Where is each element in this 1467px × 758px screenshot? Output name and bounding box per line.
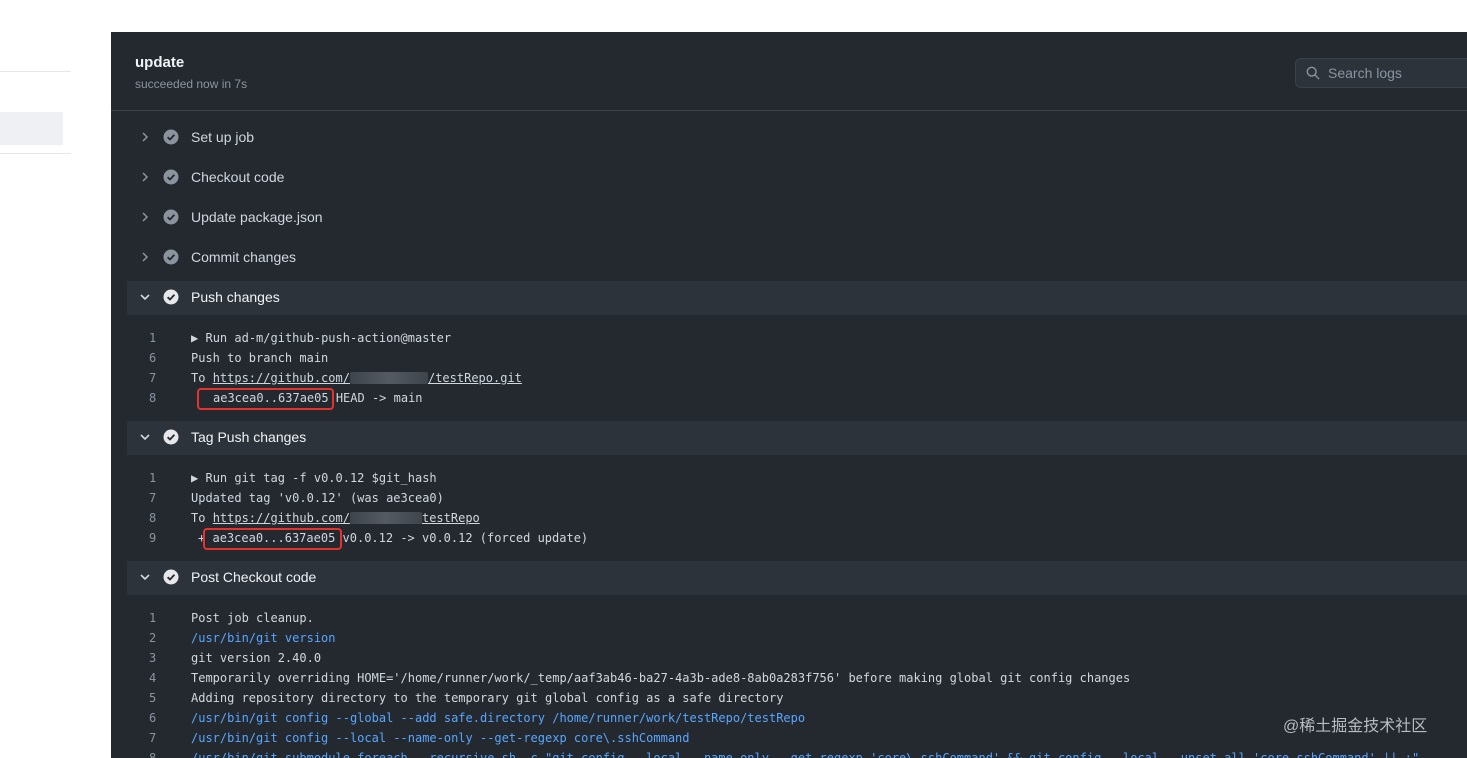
- step-push-changes[interactable]: Push changes: [127, 281, 1467, 315]
- line-number: 1: [149, 331, 157, 345]
- check-circle-icon: [163, 429, 179, 445]
- log-line: 6 Push to branch main: [127, 348, 1467, 368]
- step-label: Update package.json: [191, 209, 323, 225]
- expand-triangle-icon[interactable]: ▶: [191, 471, 198, 485]
- redacted-region: [349, 372, 428, 384]
- line-number: 2: [149, 631, 157, 645]
- search-icon: [1306, 66, 1320, 80]
- log-line: 1 ▶ Run ad-m/github-push-action@master: [127, 328, 1467, 348]
- log-command: /usr/bin/git config --local --name-only …: [191, 731, 690, 745]
- job-header: update succeeded now in 7s: [111, 32, 1467, 111]
- check-circle-icon: [163, 289, 179, 305]
- log-text: Run git tag -f v0.0.12 $git_hash: [205, 471, 437, 485]
- log-text: v0.0.12 -> v0.0.12 (forced update): [335, 531, 589, 545]
- highlight-box: [197, 388, 334, 410]
- chevron-down-icon: [140, 574, 150, 581]
- log-text: Post job cleanup.: [191, 611, 314, 625]
- step-commit-changes[interactable]: Commit changes: [127, 241, 1467, 275]
- check-circle-icon: [163, 569, 179, 585]
- log-line: 5 Adding repository directory to the tem…: [127, 688, 1467, 708]
- sidebar-divider: [0, 153, 71, 154]
- check-circle-icon: [163, 129, 179, 145]
- log-command: /usr/bin/git version: [191, 631, 336, 645]
- log-line: 1 Post job cleanup.: [127, 608, 1467, 628]
- line-number: 5: [149, 691, 157, 705]
- step-label: Checkout code: [191, 169, 285, 185]
- line-number: 1: [149, 471, 157, 485]
- left-sidebar-remnant: [0, 0, 111, 758]
- check-circle-icon: [163, 249, 179, 265]
- job-status: succeeded now in 7s: [135, 77, 248, 91]
- log-line: 2 /usr/bin/git version: [127, 628, 1467, 648]
- line-number: 3: [149, 651, 157, 665]
- log-text: Updated tag 'v0.0.12' (was ae3cea0): [191, 491, 444, 505]
- step-set-up-job[interactable]: Set up job: [127, 121, 1467, 155]
- log-line: 6 /usr/bin/git config --global --add saf…: [127, 708, 1467, 728]
- expand-triangle-icon[interactable]: ▶: [191, 331, 198, 345]
- chevron-right-icon: [142, 212, 149, 222]
- chevron-right-icon: [142, 172, 149, 182]
- log-line: 7 To https://github.com//testRepo.git: [127, 368, 1467, 388]
- line-number: 6: [149, 351, 157, 365]
- step-checkout-code[interactable]: Checkout code: [127, 161, 1467, 195]
- sidebar-divider: [0, 71, 71, 72]
- job-log-panel: update succeeded now in 7s Set up job Ch…: [111, 32, 1467, 758]
- log-line: 7 /usr/bin/git config --local --name-onl…: [127, 728, 1467, 748]
- log-text: Adding repository directory to the tempo…: [191, 691, 784, 705]
- step-tag-push-changes[interactable]: Tag Push changes: [127, 421, 1467, 455]
- line-number: 1: [149, 611, 157, 625]
- line-number: 8: [149, 391, 157, 405]
- line-number: 7: [149, 491, 157, 505]
- log-text: Run ad-m/github-push-action@master: [205, 331, 452, 345]
- line-number: 4: [149, 671, 157, 685]
- log-line: 1 ▶ Run git tag -f v0.0.12 $git_hash: [127, 468, 1467, 488]
- step-post-checkout-code[interactable]: Post Checkout code: [127, 561, 1467, 595]
- chevron-down-icon: [140, 434, 150, 441]
- log-line: 3 git version 2.40.0: [127, 648, 1467, 668]
- highlight-box: [203, 528, 342, 550]
- log-line: 8 To https://github.com/testRepo: [127, 508, 1467, 528]
- repo-link[interactable]: https://github.com//testRepo.git: [213, 371, 522, 385]
- step-update-package-json[interactable]: Update package.json: [127, 201, 1467, 235]
- watermark: @稀土掘金技术社区: [1283, 718, 1428, 735]
- log-text: Push to branch main: [191, 351, 329, 365]
- log-text: Temporarily overriding HOME='/home/runne…: [191, 671, 1131, 685]
- log-line: 7 Updated tag 'v0.0.12' (was ae3cea0): [127, 488, 1467, 508]
- line-number: 6: [149, 711, 157, 725]
- search-logs-box[interactable]: [1295, 58, 1467, 88]
- step-label: Tag Push changes: [191, 429, 307, 445]
- line-number: 8: [149, 511, 157, 525]
- log-text: git version 2.40.0: [191, 651, 322, 665]
- step-label: Set up job: [191, 129, 255, 145]
- log-command: /usr/bin/git submodule foreach --recursi…: [191, 751, 1420, 758]
- chevron-right-icon: [142, 132, 149, 142]
- check-circle-icon: [163, 209, 179, 225]
- chevron-down-icon: [140, 294, 150, 301]
- log-line: 4 Temporarily overriding HOME='/home/run…: [127, 668, 1467, 688]
- check-circle-icon: [163, 169, 179, 185]
- line-number: 8: [149, 751, 157, 758]
- repo-link[interactable]: https://github.com/testRepo: [213, 511, 480, 525]
- log-command: /usr/bin/git config --global --add safe.…: [191, 711, 806, 725]
- chevron-right-icon: [142, 252, 149, 262]
- search-logs-input[interactable]: [1328, 59, 1467, 87]
- log-text: To: [191, 371, 213, 385]
- log-line: 8 /usr/bin/git submodule foreach --recur…: [127, 748, 1467, 758]
- job-title: update: [135, 54, 185, 71]
- step-label: Push changes: [191, 289, 280, 305]
- line-number: 7: [149, 371, 157, 385]
- redacted-region: [349, 512, 422, 524]
- line-number: 7: [149, 731, 157, 745]
- log-text: To: [191, 511, 213, 525]
- sidebar-selected-item[interactable]: [0, 112, 63, 145]
- line-number: 9: [149, 531, 157, 545]
- step-label: Commit changes: [191, 249, 297, 265]
- log-text: HEAD -> main: [328, 391, 423, 405]
- step-label: Post Checkout code: [191, 569, 317, 585]
